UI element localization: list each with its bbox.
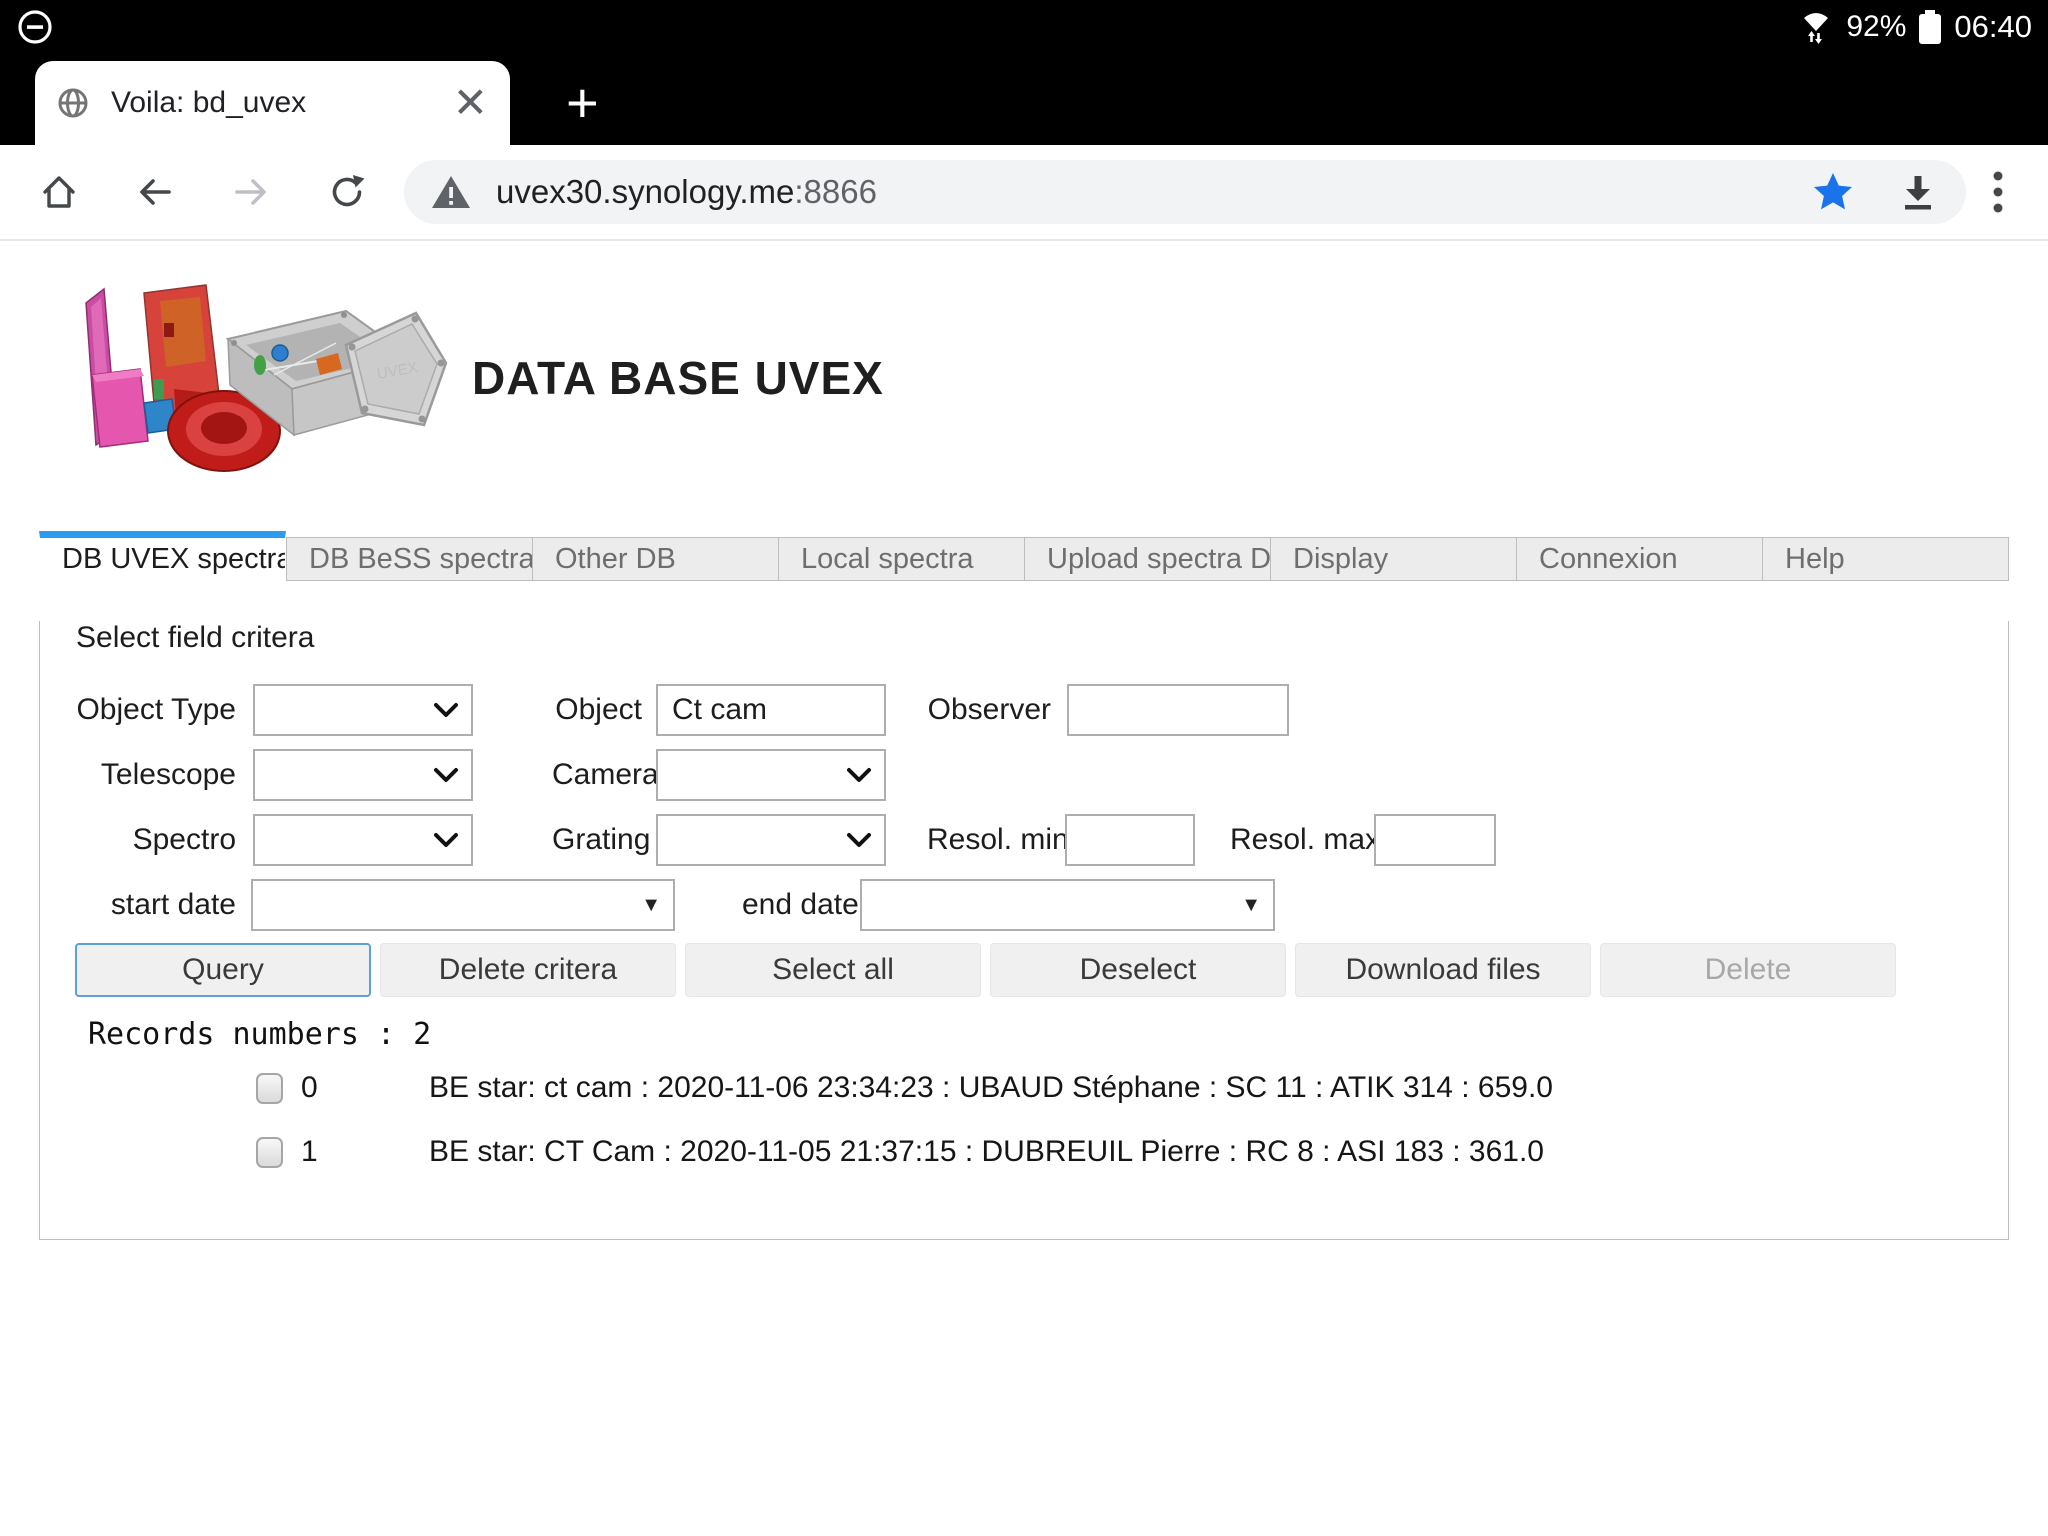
chevron-down-icon <box>433 702 459 718</box>
uvex-logo: UVEX <box>78 283 448 473</box>
db-uvex-spectra-panel: Select field critera Object Type Object … <box>39 621 2009 1240</box>
url-host: uvex30.synology.me <box>496 173 794 210</box>
android-status-bar: 92% 06:40 <box>0 0 2048 53</box>
tab-db-uvex-spectra[interactable]: DB UVEX spectra <box>39 531 286 581</box>
records-count: Records numbers : 2 <box>88 1017 2008 1052</box>
end-date-select[interactable]: ▼ <box>860 879 1275 931</box>
object-type-select[interactable] <box>253 684 473 736</box>
chevron-down-icon <box>433 767 459 783</box>
chevron-down-icon <box>433 832 459 848</box>
record-checkbox[interactable] <box>256 1137 283 1168</box>
not-secure-warning-icon[interactable] <box>430 172 472 212</box>
record-checkbox[interactable] <box>256 1073 283 1104</box>
form-row-1: Object Type Object Observer <box>40 684 2008 736</box>
form-row-2: Telescope Camera <box>40 749 2008 801</box>
resol-min-label: Resol. min <box>927 823 1057 857</box>
end-date-label: end date <box>742 888 845 922</box>
browser-tab-strip: Voila: bd_uvex ✕ + <box>0 53 2048 145</box>
criteria-section-label: Select field critera <box>76 621 2008 655</box>
url-port: :8866 <box>794 173 877 210</box>
tab-display[interactable]: Display <box>1271 537 1517 581</box>
record-row-1: 1 BE star: CT Cam : 2020-11-05 21:37:15 … <box>40 1126 2008 1178</box>
spectro-label: Spectro <box>40 823 236 857</box>
url-bar[interactable]: uvex30.synology.me:8866 <box>404 160 1966 224</box>
battery-icon <box>1918 8 1942 46</box>
camera-select[interactable] <box>656 749 886 801</box>
new-tab-button[interactable]: + <box>566 75 599 131</box>
resol-min-input[interactable] <box>1065 814 1195 866</box>
object-input[interactable] <box>656 684 886 736</box>
camera-label: Camera <box>552 758 642 792</box>
page-title: DATA BASE UVEX <box>472 351 884 405</box>
record-text: BE star: CT Cam : 2020-11-05 21:37:15 : … <box>429 1135 1544 1169</box>
browser-tab[interactable]: Voila: bd_uvex ✕ <box>35 61 510 145</box>
home-icon[interactable] <box>38 171 80 213</box>
resol-max-label: Resol. max <box>1230 823 1362 857</box>
download-files-button[interactable]: Download files <box>1295 943 1591 997</box>
tab-local-spectra[interactable]: Local spectra <box>779 537 1025 581</box>
globe-favicon-icon <box>57 87 89 119</box>
form-row-4: start date ▼ end date ▼ <box>40 879 2008 931</box>
tab-other-db[interactable]: Other DB <box>533 537 779 581</box>
telescope-select[interactable] <box>253 749 473 801</box>
battery-percent: 92% <box>1846 10 1906 44</box>
tab-title: Voila: bd_uvex <box>111 86 453 120</box>
browser-nav-bar: uvex30.synology.me:8866 <box>0 145 2048 241</box>
start-date-select[interactable]: ▼ <box>251 879 675 931</box>
tab-db-bess-spectra[interactable]: DB BeSS spectra <box>286 537 533 581</box>
chevron-down-icon <box>846 832 872 848</box>
page-header: UVEX DATA BASE UVEX <box>0 283 2048 473</box>
wifi-icon <box>1798 9 1834 45</box>
forward-icon[interactable] <box>230 171 272 213</box>
tab-upload-spectra-db[interactable]: Upload spectra DB <box>1025 537 1271 581</box>
select-all-button[interactable]: Select all <box>685 943 981 997</box>
query-button[interactable]: Query <box>75 943 371 997</box>
page-tab-bar: DB UVEX spectra DB BeSS spectra Other DB… <box>39 531 2009 581</box>
do-not-disturb-icon <box>16 8 54 46</box>
url-text: uvex30.synology.me:8866 <box>496 173 877 211</box>
browser-menu-icon[interactable] <box>1992 168 2004 216</box>
record-index: 1 <box>301 1135 429 1169</box>
reload-icon[interactable] <box>326 171 368 213</box>
observer-input[interactable] <box>1067 684 1289 736</box>
telescope-label: Telescope <box>40 758 236 792</box>
back-icon[interactable] <box>134 171 176 213</box>
deselect-button[interactable]: Deselect <box>990 943 1286 997</box>
close-tab-icon[interactable]: ✕ <box>453 82 488 124</box>
record-text: BE star: ct cam : 2020-11-06 23:34:23 : … <box>429 1071 1553 1105</box>
resol-max-input[interactable] <box>1374 814 1496 866</box>
grating-select[interactable] <box>656 814 886 866</box>
spectro-select[interactable] <box>253 814 473 866</box>
action-button-row: Query Delete critera Select all Deselect… <box>75 943 2008 997</box>
object-label: Object <box>552 693 642 727</box>
record-index: 0 <box>301 1071 429 1105</box>
tab-connexion[interactable]: Connexion <box>1517 537 1763 581</box>
download-icon[interactable] <box>1896 170 1940 214</box>
object-type-label: Object Type <box>40 693 236 727</box>
grating-label: Grating <box>552 823 642 857</box>
clock: 06:40 <box>1954 9 2032 45</box>
delete-criteria-button[interactable]: Delete critera <box>380 943 676 997</box>
delete-button[interactable]: Delete <box>1600 943 1896 997</box>
form-row-3: Spectro Grating Resol. min Resol. max <box>40 814 2008 866</box>
dropdown-triangle-icon: ▼ <box>641 894 661 917</box>
start-date-label: start date <box>40 888 236 922</box>
dropdown-triangle-icon: ▼ <box>1241 894 1261 917</box>
bookmark-star-icon[interactable] <box>1810 169 1856 215</box>
tab-help[interactable]: Help <box>1763 537 2009 581</box>
chevron-down-icon <box>846 767 872 783</box>
observer-label: Observer <box>926 693 1051 727</box>
record-row-0: 0 BE star: ct cam : 2020-11-06 23:34:23 … <box>40 1062 2008 1114</box>
